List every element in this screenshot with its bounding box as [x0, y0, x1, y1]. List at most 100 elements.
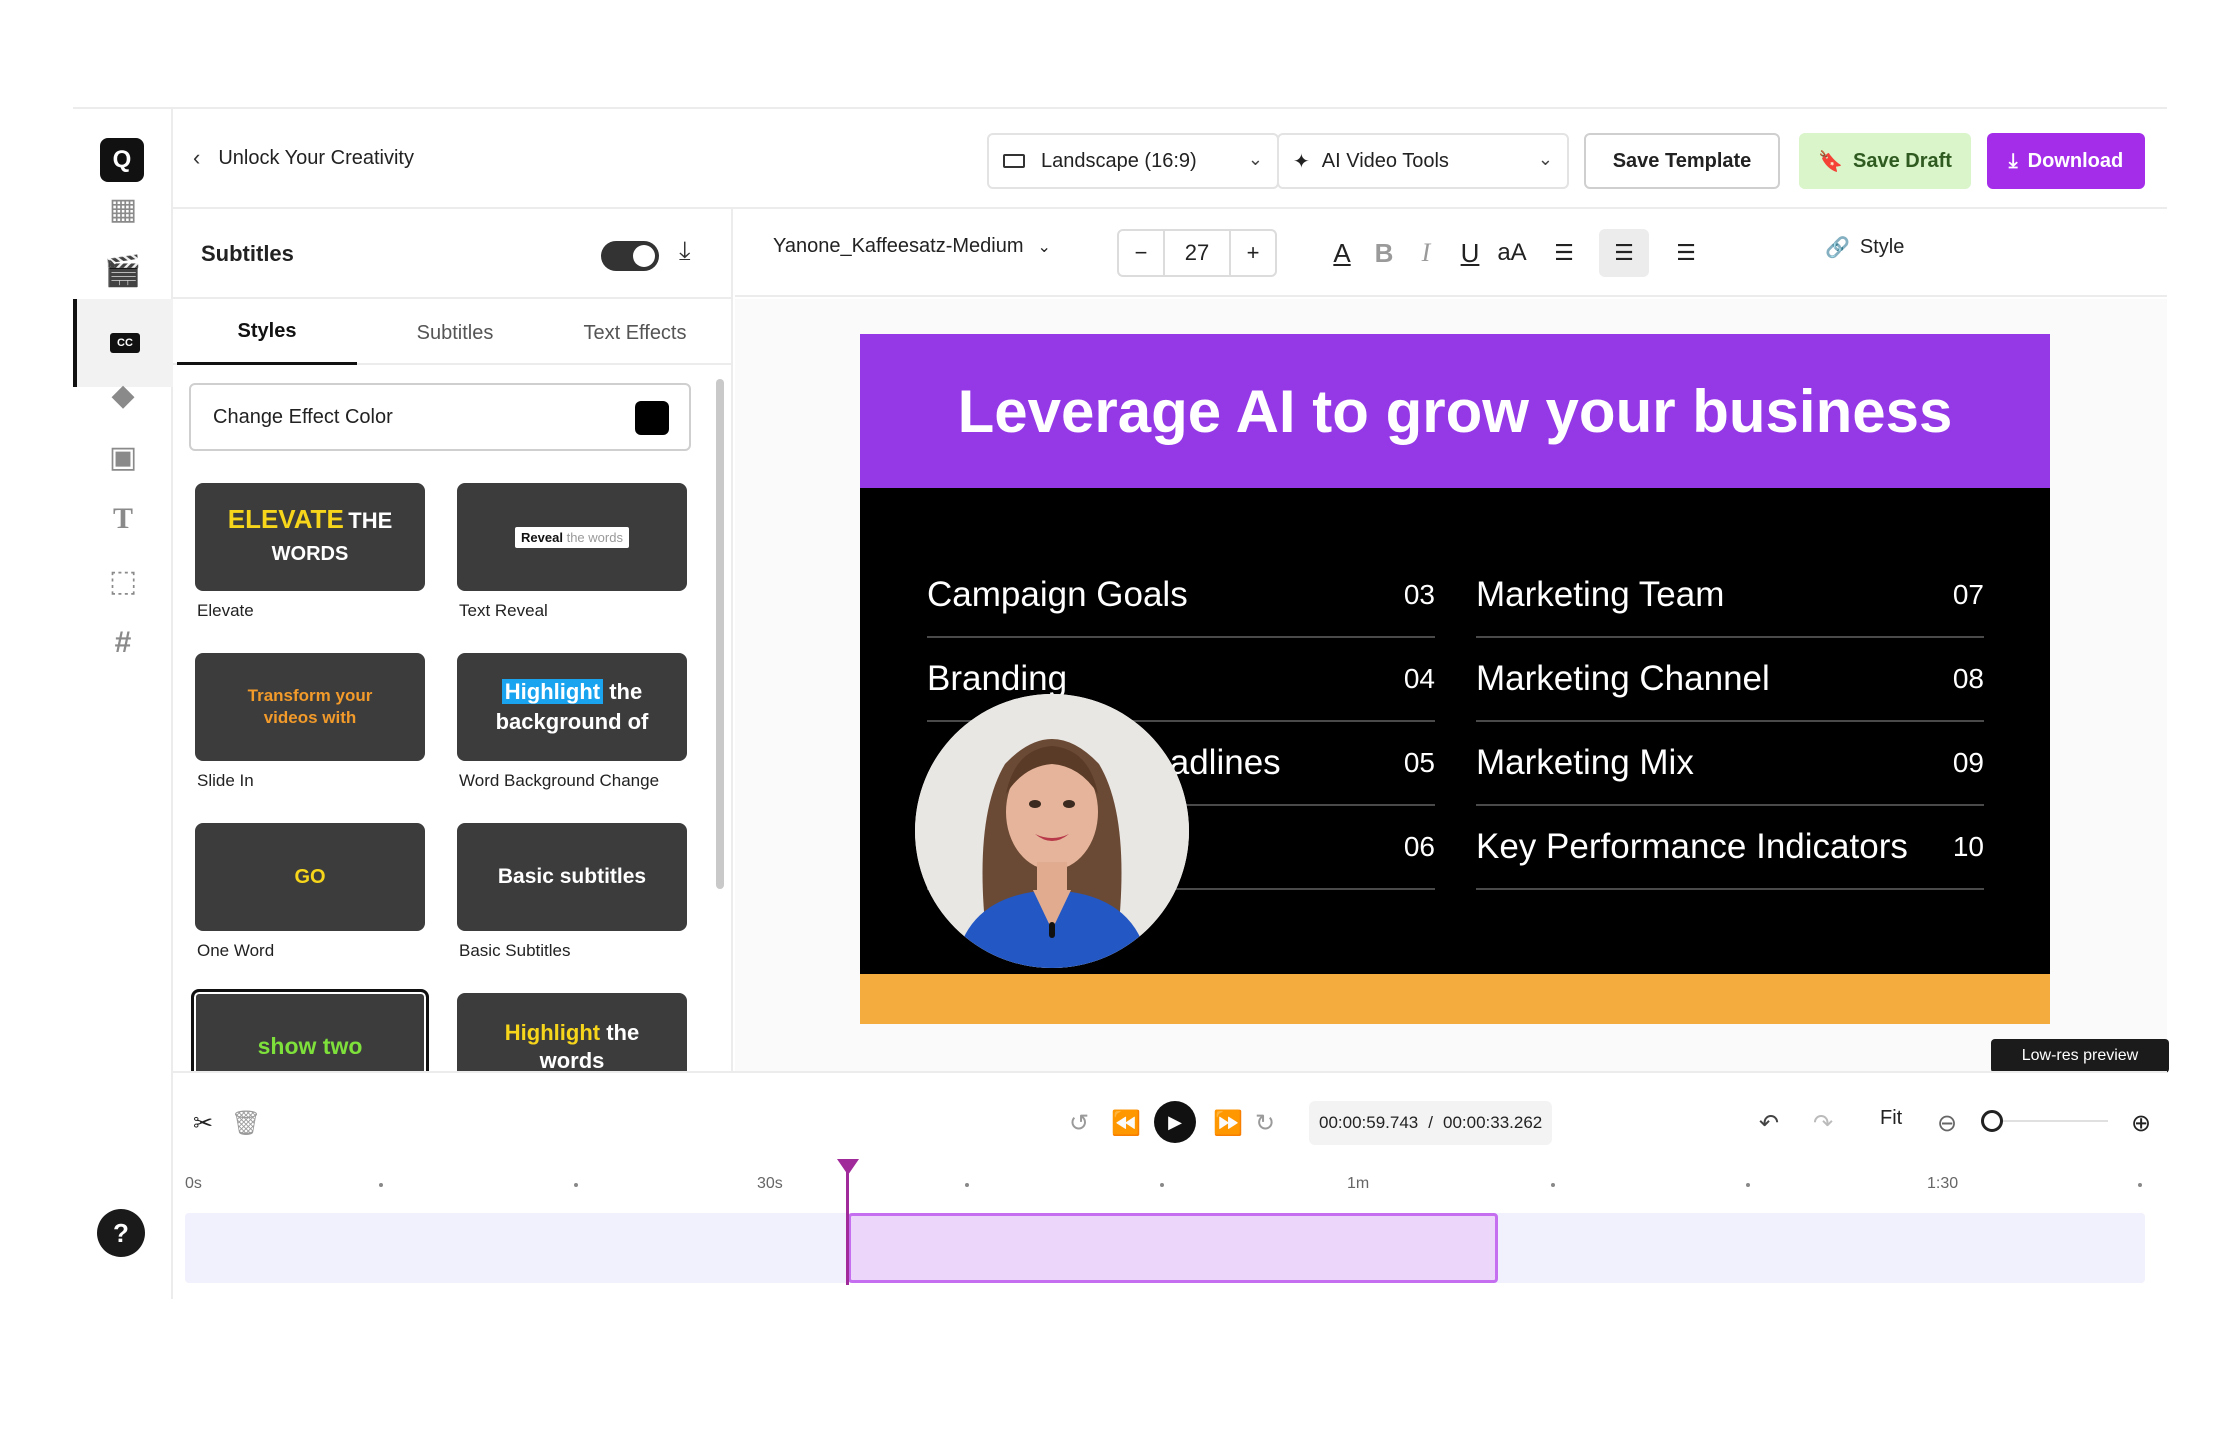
agenda-number: 09	[1952, 747, 1984, 778]
top-bar: ‹ Unlock Your Creativity Landscape (16:9…	[173, 109, 2167, 209]
style-card-show-two[interactable]: show two	[191, 989, 429, 1071]
agenda-text: Key Performance Indicators	[1476, 827, 1908, 866]
skip-back-icon[interactable]: ⏪	[1111, 1109, 1141, 1138]
ruler-label: 1m	[1347, 1175, 1370, 1192]
undo-icon[interactable]: ↶	[1759, 1109, 1779, 1138]
style-card-one-word[interactable]: GO	[195, 823, 425, 931]
ai-tools-select[interactable]: ✦ AI Video Tools ⌄	[1277, 133, 1569, 189]
preview-text: the words	[566, 529, 623, 545]
tab-subtitles[interactable]: Subtitles	[365, 301, 545, 365]
preview-text: the	[609, 679, 643, 704]
current-time: 00:00:59.743	[1319, 1113, 1419, 1132]
preview-text: Transform your	[247, 686, 373, 705]
zoom-slider-track[interactable]	[1988, 1120, 2108, 1122]
preview-text: background of	[495, 709, 649, 734]
zoom-slider-handle[interactable]	[1981, 1110, 2003, 1132]
presenter-avatar[interactable]	[915, 694, 1189, 968]
forward-5-icon[interactable]: ↻	[1255, 1109, 1275, 1138]
tab-styles[interactable]: Styles	[177, 301, 357, 365]
ruler-label: 1:30	[1927, 1175, 1959, 1192]
ruler-label: 0s	[185, 1175, 202, 1192]
download-button[interactable]: ⤓ Download	[1987, 133, 2145, 189]
style-label: Text Reveal	[459, 601, 548, 620]
timecode: 00:00:59.743 / 00:00:33.262	[1309, 1101, 1553, 1145]
agenda-number: 03	[1403, 579, 1435, 610]
ruler-tick	[1551, 1183, 1555, 1187]
preview-text: Basic subtitles	[497, 865, 647, 888]
align-center-icon[interactable]: ☰	[1599, 229, 1649, 277]
style-card-elevate[interactable]: ELEVATE THE WORDS	[195, 483, 425, 591]
italic-icon[interactable]: I	[1401, 229, 1451, 277]
font-size-stepper: − 27 +	[1117, 229, 1277, 277]
sparkle-icon: ✦	[1293, 150, 1310, 173]
play-button[interactable]: ▶	[1154, 1101, 1196, 1143]
panel-tabs: Styles Subtitles Text Effects	[173, 301, 731, 365]
zoom-in-icon[interactable]: ⊕	[2131, 1109, 2151, 1138]
style-card-word-background[interactable]: Highlight the background of	[457, 653, 687, 761]
change-effect-color[interactable]: Change Effect Color	[189, 383, 691, 451]
agenda-text: Marketing Team	[1476, 575, 1725, 614]
agenda-number: 04	[1403, 663, 1435, 694]
save-template-button[interactable]: Save Template	[1584, 133, 1780, 189]
style-card-highlight-words[interactable]: Highlight the words	[457, 993, 687, 1071]
style-label: Style	[1859, 236, 1905, 258]
scissors-icon[interactable]: ✂	[193, 1109, 213, 1138]
zoom-out-icon[interactable]: ⊖	[1937, 1109, 1957, 1138]
skip-forward-icon[interactable]: ⏩	[1213, 1109, 1243, 1138]
preview-text: THE	[348, 507, 393, 533]
help-button[interactable]: ?	[97, 1209, 145, 1257]
back-link[interactable]: ‹ Unlock Your Creativity	[193, 145, 414, 171]
ruler-tick	[1746, 1183, 1750, 1187]
format-select[interactable]: Landscape (16:9) ⌄	[987, 133, 1279, 189]
style-card-text-reveal[interactable]: Reveal the words	[457, 483, 687, 591]
text-toolbar: Yanone_Kaffeesatz-Medium ⌄ − 27 + A B I …	[735, 209, 2167, 297]
hashtag-icon[interactable]: #	[73, 599, 173, 687]
style-button[interactable]: 🔗 Style	[1825, 235, 1904, 260]
slide-title[interactable]: Leverage AI to grow your business	[860, 334, 2050, 488]
total-time: 00:00:33.262	[1443, 1113, 1543, 1132]
trash-icon[interactable]: 🗑	[231, 1109, 261, 1138]
agenda-text: Campaign Goals	[927, 575, 1188, 614]
increase-size-button[interactable]: +	[1231, 231, 1275, 275]
playhead-handle-icon[interactable]	[837, 1159, 859, 1175]
agenda-item: Key Performance Indicators 10	[1476, 806, 1984, 890]
style-label: One Word	[197, 941, 275, 960]
save-draft-button[interactable]: 🔖 Save Draft	[1799, 133, 1971, 189]
subtitle-clip[interactable]	[848, 1213, 1498, 1283]
tab-text-effects[interactable]: Text Effects	[545, 301, 725, 365]
chevron-left-icon: ‹	[193, 145, 201, 170]
agenda-number: 10	[1952, 831, 1984, 862]
subtitles-toggle[interactable]	[601, 241, 659, 271]
playhead[interactable]	[846, 1165, 849, 1285]
agenda-item: Marketing Team 07	[1476, 554, 1984, 638]
text-case-button[interactable]: aA	[1487, 229, 1537, 277]
color-swatch[interactable]	[635, 401, 669, 435]
align-left-icon[interactable]: ☰	[1539, 229, 1589, 277]
font-select[interactable]: Yanone_Kaffeesatz-Medium ⌄	[773, 235, 1051, 258]
ruler-tick	[379, 1183, 383, 1187]
subtitles-panel: Subtitles ⤓ Styles Subtitles Text Effect…	[173, 209, 733, 1071]
preview-text: the	[606, 1020, 640, 1045]
panel-title: Subtitles	[201, 241, 294, 266]
decrease-size-button[interactable]: −	[1119, 231, 1163, 275]
agenda-text: Branding	[927, 659, 1068, 698]
link-icon: 🔗	[1825, 237, 1850, 259]
presenter-illustration	[915, 694, 1189, 968]
preview-text: Reveal	[521, 529, 563, 545]
panel-scrollbar[interactable]	[716, 379, 724, 889]
font-size-value[interactable]: 27	[1163, 231, 1231, 275]
ruler-tick	[965, 1183, 969, 1187]
format-select-value: Landscape (16:9)	[1041, 149, 1197, 172]
download-icon[interactable]: ⤓	[679, 235, 691, 267]
redo-icon[interactable]: ↷	[1813, 1109, 1833, 1138]
style-card-slide-in[interactable]: Transform your videos with	[195, 653, 425, 761]
chevron-down-icon: ⌄	[1247, 149, 1263, 169]
fit-button[interactable]: Fit	[1880, 1107, 1902, 1130]
style-label: Word Background Change	[459, 771, 660, 790]
save-draft-label: Save Draft	[1852, 149, 1952, 172]
style-card-basic[interactable]: Basic subtitles	[457, 823, 687, 931]
rewind-5-icon[interactable]: ↺	[1069, 1109, 1089, 1138]
slide[interactable]: Leverage AI to grow your business Campai…	[860, 334, 2050, 1024]
preview-text: Highlight	[504, 1020, 601, 1045]
align-right-icon[interactable]: ☰	[1661, 229, 1711, 277]
